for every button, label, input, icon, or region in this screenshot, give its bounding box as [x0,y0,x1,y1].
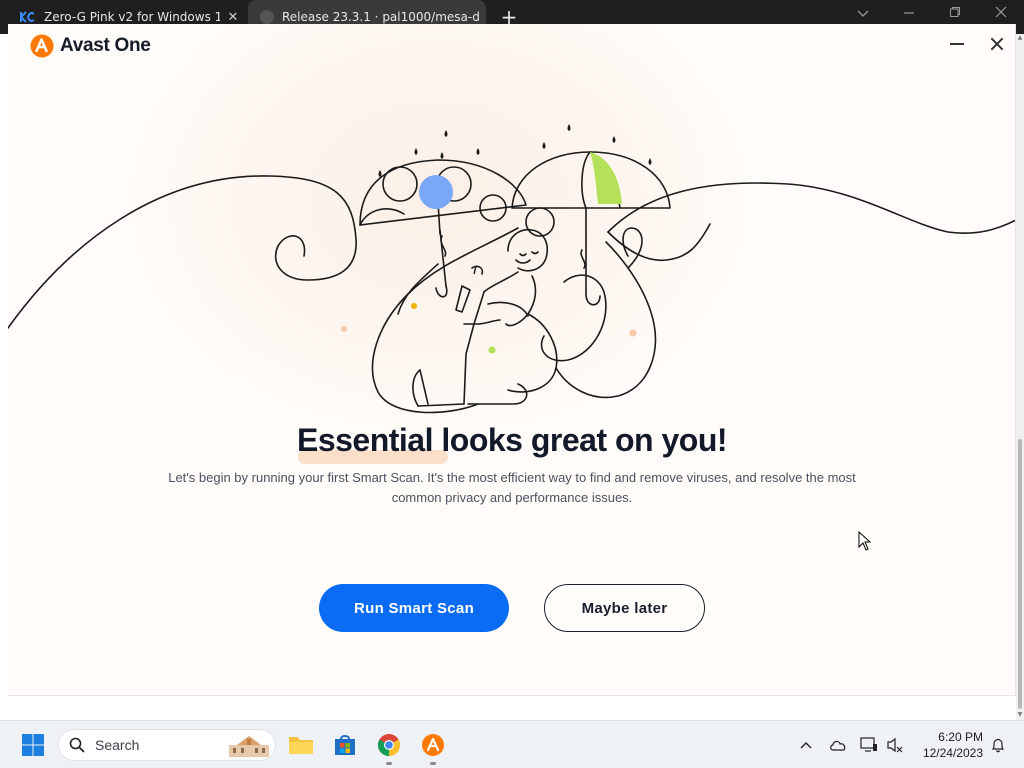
active-indicator [430,762,436,765]
start-icon [22,734,44,756]
browser-tab-title: Release 23.3.1 · pal1000/mesa-d [282,10,480,24]
scrollbar-thumb[interactable] [1018,439,1022,709]
avast-logo-icon [30,34,54,58]
mouse-cursor-icon [858,531,872,551]
tab-close-icon[interactable]: ✕ [220,10,246,25]
search-label: Search [95,737,140,753]
avast-logo: Avast One [30,34,151,58]
active-indicator [386,762,392,765]
taskbar-chrome[interactable] [372,721,406,768]
taskbar-file-explorer[interactable] [284,721,318,768]
scroll-up-icon[interactable]: ▲ [1016,34,1024,41]
app-name: Avast One [60,35,151,56]
page-scrollbar[interactable]: ▲ ▼ [1016,34,1024,720]
clock-time: 6:20 PM [938,730,983,744]
dialog-minimize-icon[interactable] [946,32,968,56]
file-explorer-icon [289,737,313,754]
browser-tab-title: Zero-G Pink v2 for Windows 11 [44,10,220,24]
show-hidden-icons-chevron-icon[interactable] [796,721,816,768]
taskbar-clock[interactable]: 6:20 PM 12/24/2023 [915,729,983,761]
volume-muted-icon[interactable] [884,721,906,768]
window-restore-icon[interactable] [940,6,970,22]
umbrella-illustration [8,124,1015,414]
maybe-later-button[interactable]: Maybe later [544,584,705,632]
run-smart-scan-button[interactable]: Run Smart Scan [319,584,509,632]
windows-taskbar: Search 6:20 PM 12/24/2023 [0,720,1024,768]
scroll-down-icon[interactable]: ▼ [1016,711,1024,718]
start-button[interactable] [16,721,50,768]
network-monitor-icon[interactable] [858,721,880,768]
taskbar-microsoft-store[interactable] [328,721,362,768]
avast-welcome-dialog: Avast One Essential looks great on you! … [8,24,1016,696]
onedrive-cloud-icon[interactable] [826,721,850,768]
notification-bell-icon[interactable] [988,721,1008,768]
description-text: Let's begin by running your first Smart … [168,470,856,505]
microsoft-store-icon [335,735,355,755]
page-title: Essential looks great on you! [296,422,728,458]
window-minimize-icon[interactable] [894,6,924,22]
taskbar-avast[interactable] [416,721,450,768]
search-icon [69,737,85,753]
avast-icon [422,734,444,756]
clock-date: 12/24/2023 [922,746,983,760]
taskbar-search-box[interactable]: Search [58,729,276,761]
search-highlight-building-icon [229,736,269,757]
tab-search-chevron-icon[interactable] [848,6,878,22]
github-icon [260,10,274,24]
dialog-close-icon[interactable] [986,32,1008,56]
window-close-icon[interactable] [986,6,1016,22]
chrome-icon [378,734,400,756]
kc-logo-icon [20,11,35,23]
